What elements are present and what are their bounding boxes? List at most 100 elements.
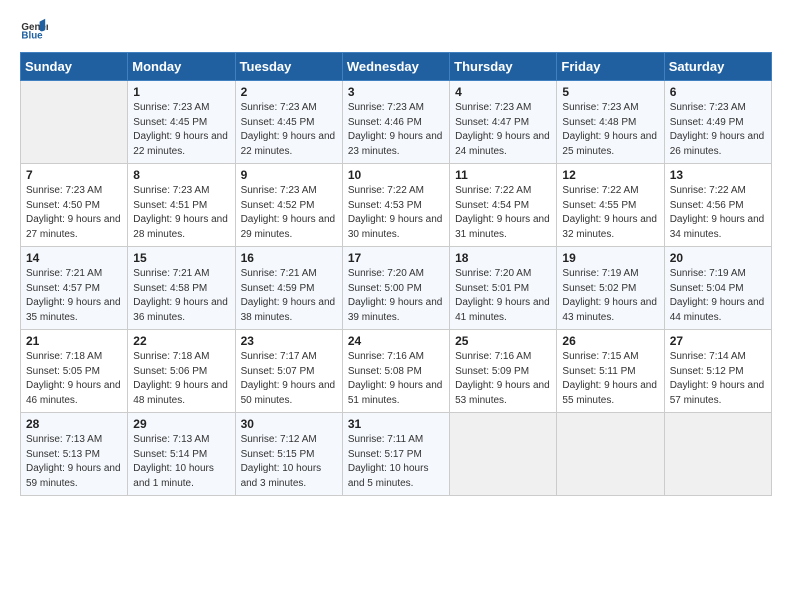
day-number: 16 [241,251,337,265]
day-info: Sunrise: 7:15 AMSunset: 5:11 PMDaylight:… [562,350,658,408]
day-number: 4 [455,85,551,99]
calendar-cell: 11 Sunrise: 7:22 AMSunset: 4:54 PMDayligh… [450,164,557,247]
day-number: 5 [562,85,658,99]
day-number: 12 [562,168,658,182]
calendar-cell: 5 Sunrise: 7:23 AMSunset: 4:48 PMDaylight… [557,81,664,164]
day-number: 1 [133,85,229,99]
day-info: Sunrise: 7:23 AMSunset: 4:48 PMDaylight:… [562,101,658,159]
header-sunday: Sunday [21,53,128,81]
calendar-cell: 24 Sunrise: 7:16 AMSunset: 5:08 PMDayligh… [342,330,449,413]
logo: General Blue [20,16,52,44]
day-number: 21 [26,334,122,348]
calendar-cell: 29 Sunrise: 7:13 AMSunset: 5:14 PMDayligh… [128,413,235,496]
day-number: 29 [133,417,229,431]
calendar-cell [21,81,128,164]
day-info: Sunrise: 7:22 AMSunset: 4:55 PMDaylight:… [562,184,658,242]
calendar-cell: 15 Sunrise: 7:21 AMSunset: 4:58 PMDayligh… [128,247,235,330]
day-number: 27 [670,334,766,348]
day-number: 18 [455,251,551,265]
calendar-cell [557,413,664,496]
day-info: Sunrise: 7:12 AMSunset: 5:15 PMDaylight:… [241,433,337,491]
day-info: Sunrise: 7:23 AMSunset: 4:51 PMDaylight:… [133,184,229,242]
day-number: 19 [562,251,658,265]
calendar-cell: 1 Sunrise: 7:23 AMSunset: 4:45 PMDaylight… [128,81,235,164]
calendar-cell: 19 Sunrise: 7:19 AMSunset: 5:02 PMDayligh… [557,247,664,330]
day-number: 22 [133,334,229,348]
calendar-cell: 2Sunrise: 7:23 AMSunset: 4:45 PMDaylight… [235,81,342,164]
day-info: Sunrise: 7:19 AMSunset: 5:04 PMDaylight:… [670,267,766,325]
day-info: Sunrise: 7:11 AMSunset: 5:17 PMDaylight:… [348,433,444,491]
calendar-cell: 23 Sunrise: 7:17 AMSunset: 5:07 PMDayligh… [235,330,342,413]
day-number: 23 [241,334,337,348]
calendar-cell: 4 Sunrise: 7:23 AMSunset: 4:47 PMDaylight… [450,81,557,164]
day-info: Sunrise: 7:22 AMSunset: 4:54 PMDaylight:… [455,184,551,242]
day-info: Sunrise: 7:16 AMSunset: 5:08 PMDaylight:… [348,350,444,408]
day-info: Sunrise: 7:21 AMSunset: 4:59 PMDaylight:… [241,267,337,325]
day-info: Sunrise: 7:23 AMSunset: 4:50 PMDaylight:… [26,184,122,242]
calendar-cell: 31 Sunrise: 7:11 AMSunset: 5:17 PMDayligh… [342,413,449,496]
day-number: 6 [670,85,766,99]
calendar-cell: 25Sunrise: 7:16 AMSunset: 5:09 PMDayligh… [450,330,557,413]
day-info: Sunrise: 7:23 AMSunset: 4:47 PMDaylight:… [455,101,551,159]
day-number: 17 [348,251,444,265]
day-info: Sunrise: 7:16 AMSunset: 5:09 PMDaylight:… [455,350,551,408]
day-number: 24 [348,334,444,348]
calendar-cell: 20Sunrise: 7:19 AMSunset: 5:04 PMDayligh… [664,247,771,330]
day-info: Sunrise: 7:23 AMSunset: 4:46 PMDaylight:… [348,101,444,159]
calendar-cell: 17 Sunrise: 7:20 AMSunset: 5:00 PMDayligh… [342,247,449,330]
calendar-cell: 6 Sunrise: 7:23 AMSunset: 4:49 PMDaylight… [664,81,771,164]
day-info: Sunrise: 7:13 AMSunset: 5:14 PMDaylight:… [133,433,229,491]
calendar-cell: 10Sunrise: 7:22 AMSunset: 4:53 PMDayligh… [342,164,449,247]
day-number: 31 [348,417,444,431]
calendar-cell: 12 Sunrise: 7:22 AMSunset: 4:55 PMDayligh… [557,164,664,247]
calendar-cell: 27 Sunrise: 7:14 AMSunset: 5:12 PMDayligh… [664,330,771,413]
header-saturday: Saturday [664,53,771,81]
day-number: 7 [26,168,122,182]
day-info: Sunrise: 7:19 AMSunset: 5:02 PMDaylight:… [562,267,658,325]
header-wednesday: Wednesday [342,53,449,81]
logo-icon: General Blue [20,16,48,44]
day-info: Sunrise: 7:20 AMSunset: 5:01 PMDaylight:… [455,267,551,325]
calendar-week-1: 7 Sunrise: 7:23 AMSunset: 4:50 PMDaylight… [21,164,772,247]
calendar-cell: 18 Sunrise: 7:20 AMSunset: 5:01 PMDayligh… [450,247,557,330]
day-number: 13 [670,168,766,182]
calendar-cell: 21 Sunrise: 7:18 AMSunset: 5:05 PMDayligh… [21,330,128,413]
day-info: Sunrise: 7:18 AMSunset: 5:06 PMDaylight:… [133,350,229,408]
header-tuesday: Tuesday [235,53,342,81]
calendar-cell: 7 Sunrise: 7:23 AMSunset: 4:50 PMDaylight… [21,164,128,247]
calendar-week-4: 28Sunrise: 7:13 AMSunset: 5:13 PMDayligh… [21,413,772,496]
day-info: Sunrise: 7:23 AMSunset: 4:49 PMDaylight:… [670,101,766,159]
day-number: 30 [241,417,337,431]
day-number: 9 [241,168,337,182]
calendar-cell [664,413,771,496]
calendar-cell [450,413,557,496]
day-info: Sunrise: 7:14 AMSunset: 5:12 PMDaylight:… [670,350,766,408]
header: General Blue [20,16,772,44]
day-number: 11 [455,168,551,182]
calendar-cell: 9 Sunrise: 7:23 AMSunset: 4:52 PMDaylight… [235,164,342,247]
calendar-cell: 13 Sunrise: 7:22 AMSunset: 4:56 PMDayligh… [664,164,771,247]
day-number: 10 [348,168,444,182]
day-info: Sunrise: 7:21 AMSunset: 4:58 PMDaylight:… [133,267,229,325]
day-info: Sunrise: 7:22 AMSunset: 4:56 PMDaylight:… [670,184,766,242]
calendar-week-3: 21 Sunrise: 7:18 AMSunset: 5:05 PMDayligh… [21,330,772,413]
calendar-cell: 28Sunrise: 7:13 AMSunset: 5:13 PMDayligh… [21,413,128,496]
calendar-cell: 26 Sunrise: 7:15 AMSunset: 5:11 PMDayligh… [557,330,664,413]
day-info: Sunrise: 7:23 AMSunset: 4:45 PMDaylight:… [133,101,229,159]
calendar-cell: 30 Sunrise: 7:12 AMSunset: 5:15 PMDayligh… [235,413,342,496]
calendar-cell: 3 Sunrise: 7:23 AMSunset: 4:46 PMDaylight… [342,81,449,164]
svg-text:Blue: Blue [21,30,43,41]
day-info: Sunrise: 7:20 AMSunset: 5:00 PMDaylight:… [348,267,444,325]
day-info: Sunrise: 7:23 AMSunset: 4:52 PMDaylight:… [241,184,337,242]
calendar-table: SundayMondayTuesdayWednesdayThursdayFrid… [20,52,772,496]
day-info: Sunrise: 7:18 AMSunset: 5:05 PMDaylight:… [26,350,122,408]
calendar-week-0: 1 Sunrise: 7:23 AMSunset: 4:45 PMDaylight… [21,81,772,164]
day-number: 3 [348,85,444,99]
day-info: Sunrise: 7:17 AMSunset: 5:07 PMDaylight:… [241,350,337,408]
day-info: Sunrise: 7:23 AMSunset: 4:45 PMDaylight:… [241,101,337,159]
day-number: 15 [133,251,229,265]
day-number: 14 [26,251,122,265]
header-monday: Monday [128,53,235,81]
header-friday: Friday [557,53,664,81]
day-number: 26 [562,334,658,348]
